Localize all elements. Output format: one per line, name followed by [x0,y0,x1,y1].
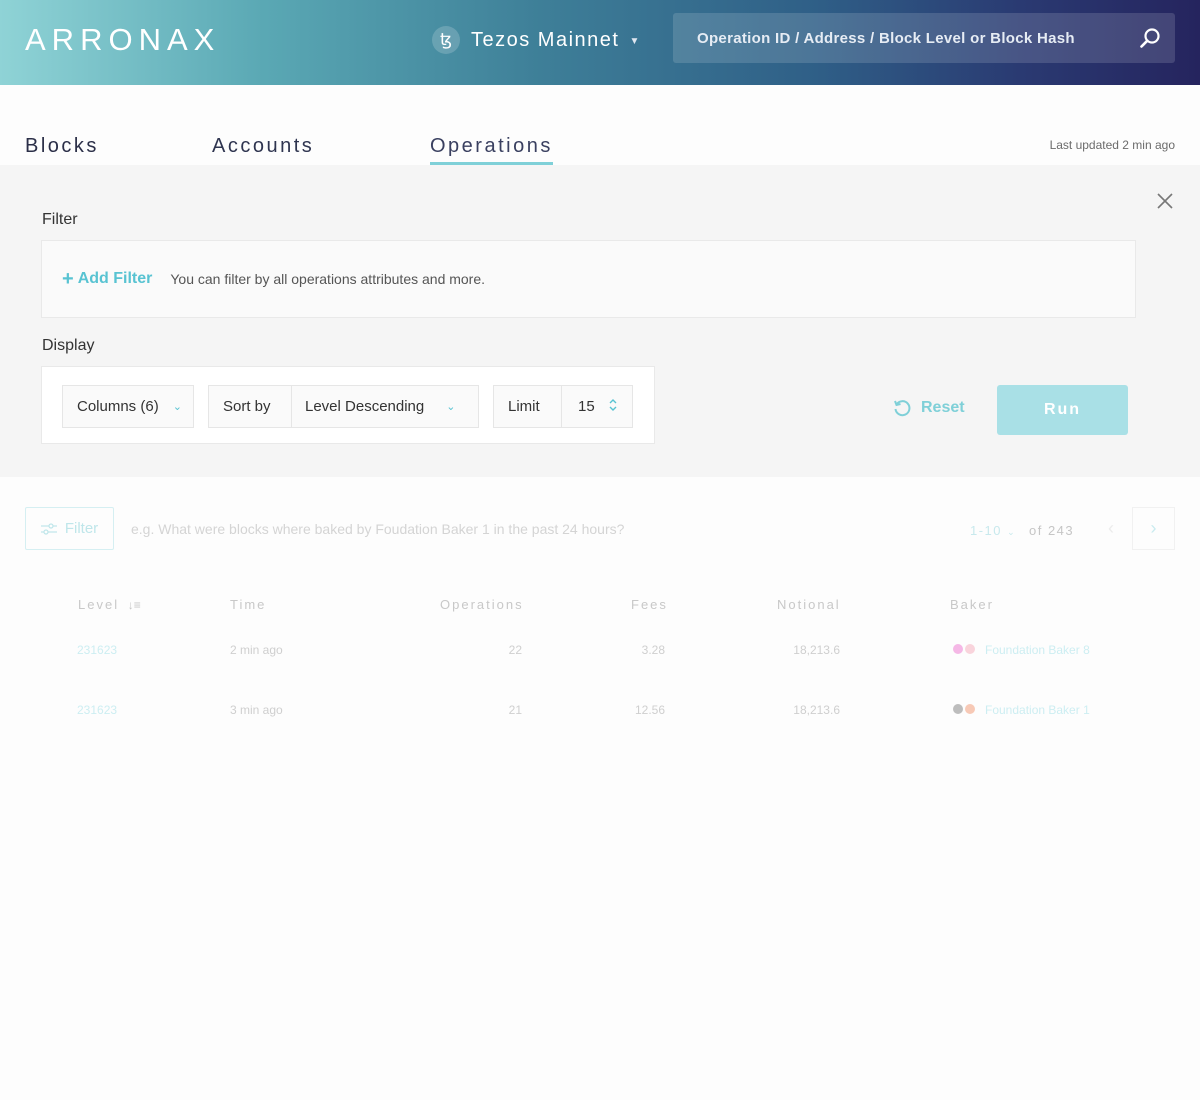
column-header-level-label: Level [78,597,120,612]
prev-page-icon[interactable]: ‹ [1098,507,1124,550]
column-header-fees[interactable]: Fees [631,597,668,612]
column-header-level[interactable]: Level ↓≡ [78,597,141,612]
operations-cell: 21 [508,703,522,717]
reset-label: Reset [921,399,965,416]
tezos-icon: ꜩ [432,26,460,54]
column-header-baker[interactable]: Baker [950,597,994,612]
filter-title: Filter [42,211,78,228]
chevron-down-icon: ▼ [629,35,640,47]
tab-operations[interactable]: Operations [430,135,553,166]
filter-hint: You can filter by all operations attribu… [170,271,486,287]
display-box: Columns (6) ⌄ Sort by Level Descending ⌄… [41,366,655,444]
limit-value: 15 [578,398,595,415]
baker-link[interactable]: Foundation Baker 1 [985,703,1090,717]
search-icon[interactable] [1125,27,1175,49]
limit-control: Limit 15 [493,385,633,428]
chevron-down-icon: ⌄ [1007,527,1017,537]
baker-link[interactable]: Foundation Baker 8 [985,643,1090,657]
results-filter-label: Filter [64,520,99,537]
reset-icon [894,400,911,417]
reset-button[interactable]: Reset [892,398,965,418]
time-cell: 2 min ago [230,643,283,657]
page-range-dropdown[interactable]: 1-10 ⌄ [970,523,1016,538]
limit-stepper[interactable]: 15 [562,386,632,427]
columns-label: Columns (6) [77,398,159,415]
network-selector[interactable]: ꜩ Tezos Mainnet ▼ [432,26,639,54]
close-icon[interactable] [1155,191,1175,211]
tab-accounts[interactable]: Accounts [212,135,314,162]
top-header: ARRONAX ꜩ Tezos Mainnet ▼ [0,0,1200,85]
page-total: of 243 [1029,523,1075,538]
search-bar [673,13,1175,63]
baker-avatar-dot [953,704,963,714]
column-header-notional[interactable]: Notional [777,597,841,612]
sort-label: Sort by [223,398,271,415]
stepper-icon[interactable] [609,398,617,416]
sort-value: Level Descending [305,398,425,415]
baker-avatar-dot [965,644,975,654]
next-page-icon[interactable]: › [1132,507,1175,550]
notional-cell: 18,213.6 [793,703,840,717]
fees-cell: 12.56 [634,703,665,717]
add-filter-label: Add Filter [77,270,153,287]
plus-icon: + [62,268,74,290]
notional-cell: 18,213.6 [793,643,840,657]
sort-desc-icon[interactable]: ↓≡ [128,598,141,612]
last-updated-text: Last updated 2 min ago [1049,138,1175,152]
sort-control: Sort by Level Descending ⌄ [208,385,479,428]
level-link[interactable]: 231623 [77,703,117,717]
results-filter-button[interactable]: Filter [25,507,114,550]
run-button[interactable]: Run [997,385,1128,435]
page-range: 1-10 [970,523,1003,538]
results-area: Filter e.g. What were blocks where baked… [0,477,1200,1100]
level-link[interactable]: 231623 [77,643,117,657]
chevron-down-icon: ⌄ [446,401,456,413]
operations-cell: 22 [508,643,522,657]
column-header-operations[interactable]: Operations [440,597,524,612]
search-input[interactable] [673,13,1125,63]
display-title: Display [42,337,95,354]
time-cell: 3 min ago [230,703,283,717]
fees-cell: 3.28 [641,643,665,657]
filter-box: + Add Filter You can filter by all opera… [41,240,1136,318]
sliders-icon [40,522,57,535]
sort-dropdown[interactable]: Level Descending ⌄ [292,386,478,427]
tab-blocks[interactable]: Blocks [25,135,99,162]
baker-avatar-dot [953,644,963,654]
columns-dropdown[interactable]: Columns (6) ⌄ [62,385,194,428]
app-logo[interactable]: ARRONAX [25,22,220,58]
tab-bar: Blocks Accounts Operations Last updated … [0,85,1200,166]
limit-label: Limit [508,398,540,415]
network-label: Tezos Mainnet [471,28,620,51]
chevron-down-icon: ⌄ [172,401,182,413]
query-input[interactable]: e.g. What were blocks where baked by Fou… [131,521,624,537]
column-header-time[interactable]: Time [230,597,266,612]
baker-avatar-dot [965,704,975,714]
add-filter-button[interactable]: + Add Filter [62,269,152,289]
filter-panel: Filter + Add Filter You can filter by al… [0,165,1200,477]
